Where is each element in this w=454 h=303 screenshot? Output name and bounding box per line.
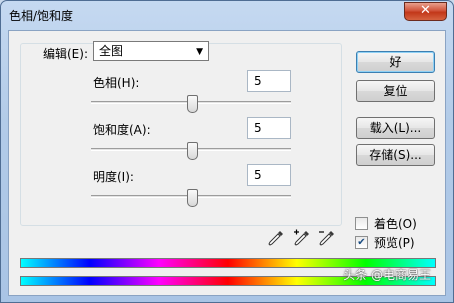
eyedropper-minus-icon[interactable]: [318, 229, 336, 247]
close-icon: ✕: [420, 3, 431, 18]
colorize-label: 着色(O): [374, 217, 417, 231]
hue-input[interactable]: 5: [247, 70, 291, 92]
load-button[interactable]: 载入(L)...: [356, 117, 435, 139]
colorize-checkbox[interactable]: [355, 217, 368, 230]
edit-dropdown-value: 全图: [99, 44, 124, 58]
hue-saturation-dialog: 色相/饱和度 ✕ 色相(H): 5 饱和度(A): 5 明度(I): 5 编辑(…: [0, 0, 454, 303]
saturation-label: 饱和度(A):: [93, 123, 151, 137]
ok-button[interactable]: 好: [356, 51, 435, 73]
eyedropper-icon[interactable]: [267, 229, 285, 247]
hue-slider-thumb[interactable]: [187, 95, 198, 113]
chevron-down-icon: ▼: [196, 47, 203, 57]
lightness-input[interactable]: 5: [247, 164, 291, 186]
edit-label: 编辑(E):: [41, 45, 90, 62]
close-button[interactable]: ✕: [404, 2, 447, 21]
save-button[interactable]: 存储(S)...: [356, 144, 435, 166]
hue-label: 色相(H):: [93, 76, 140, 90]
preview-label: 预览(P): [374, 236, 415, 250]
saturation-input[interactable]: 5: [247, 117, 291, 139]
dialog-body: 色相(H): 5 饱和度(A): 5 明度(I): 5 编辑(E): 全图 ▼ …: [8, 30, 446, 296]
eyedropper-plus-icon[interactable]: [293, 229, 311, 247]
lightness-label: 明度(I):: [93, 170, 134, 184]
saturation-slider-thumb[interactable]: [187, 142, 198, 160]
adjustment-group: 色相(H): 5 饱和度(A): 5 明度(I): 5: [20, 43, 342, 226]
lightness-slider-thumb[interactable]: [187, 189, 198, 207]
title-bar[interactable]: 色相/饱和度 ✕: [1, 1, 453, 29]
edit-dropdown[interactable]: 全图 ▼: [93, 41, 209, 61]
watermark: 头条 @电商易王: [343, 268, 431, 282]
window-title: 色相/饱和度: [9, 9, 74, 23]
preview-checkbox[interactable]: ✔: [355, 236, 368, 249]
reset-button[interactable]: 复位: [356, 80, 435, 102]
